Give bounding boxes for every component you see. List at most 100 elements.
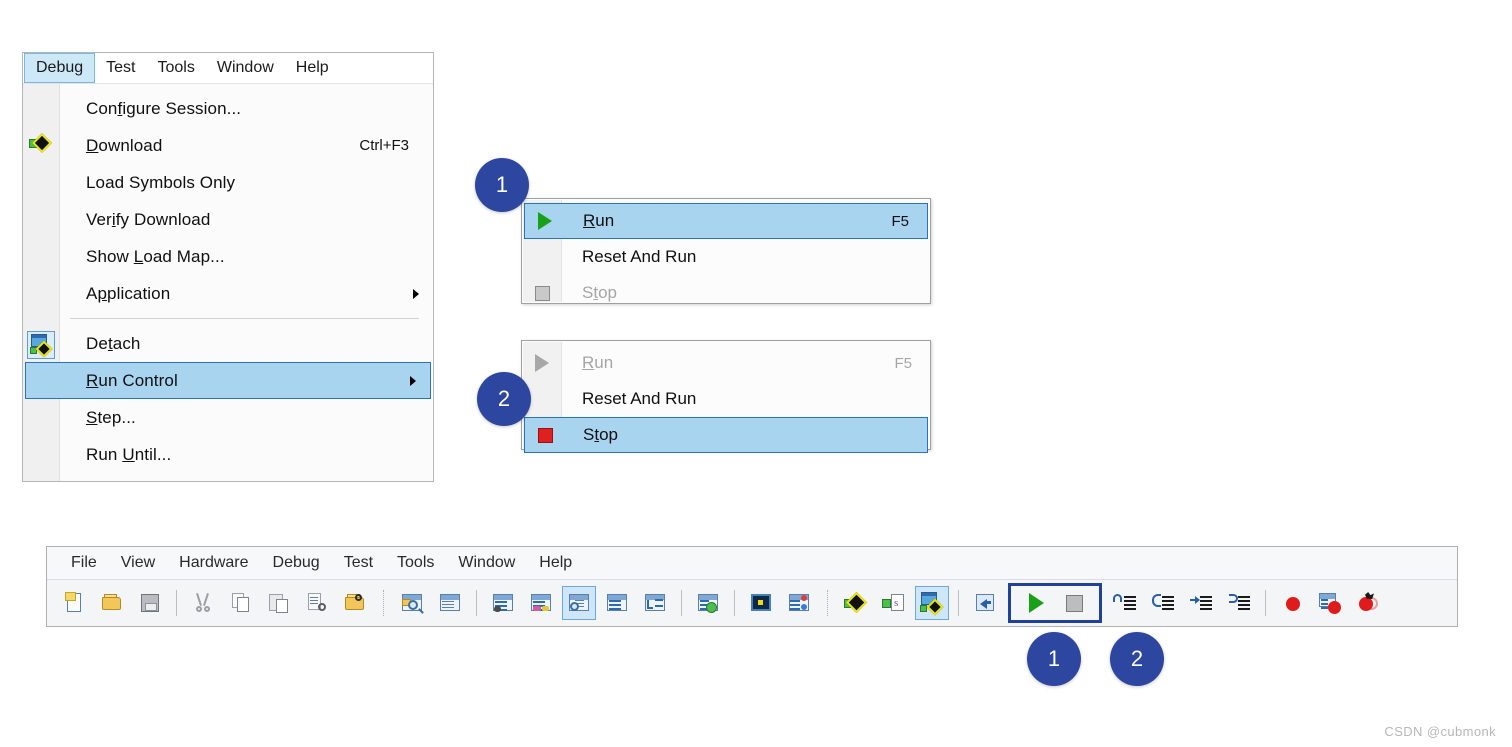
- toolbar-separator: [681, 590, 682, 616]
- badge-number: 2: [1130, 646, 1144, 671]
- menubar-item-test[interactable]: Test: [95, 53, 146, 83]
- menu-item-detach[interactable]: Detach: [23, 325, 433, 362]
- search-window-icon[interactable]: [395, 586, 429, 620]
- menubar-item-help[interactable]: Help: [285, 53, 340, 83]
- menu-item-label: Configure Session...: [86, 98, 242, 118]
- menubar-item-tools[interactable]: Tools: [147, 53, 206, 83]
- run-control-submenu-state-2: Run F5 Reset And Run Stop: [521, 340, 931, 453]
- menu-item-label: Load Symbols Only: [86, 172, 236, 192]
- menu-item-label: Run Control: [86, 370, 178, 390]
- toolbar-menu-debug[interactable]: Debug: [261, 554, 332, 572]
- menubar-label-window: Window: [216, 59, 274, 76]
- breakpoint-window-icon[interactable]: [1313, 586, 1347, 620]
- save-icon[interactable]: [133, 586, 167, 620]
- detach-monitor-icon[interactable]: [915, 586, 949, 620]
- copy-icon[interactable]: [224, 586, 258, 620]
- toolbar-separator: [734, 590, 735, 616]
- menu-item-application[interactable]: Application: [23, 275, 433, 312]
- menu-item-show-load-map[interactable]: Show Load Map...: [23, 238, 433, 275]
- toolbar-icon-strip: s: [47, 580, 1457, 626]
- toolbar-menu-test[interactable]: Test: [332, 554, 385, 572]
- find-in-file-icon[interactable]: [300, 586, 334, 620]
- stop-square-icon: [531, 282, 553, 304]
- toolbar-menu-window[interactable]: Window: [446, 554, 527, 572]
- load-symbols-icon[interactable]: s: [877, 586, 911, 620]
- menu-item-step[interactable]: Step...: [23, 399, 433, 436]
- menu-item-run-control[interactable]: Run Control: [25, 362, 431, 399]
- script-window-icon[interactable]: [782, 586, 816, 620]
- text-window-icon[interactable]: [433, 586, 467, 620]
- breakpoint-icon[interactable]: [1275, 586, 1309, 620]
- menu-item-download[interactable]: Download Ctrl+F3: [23, 127, 433, 164]
- console-window-icon[interactable]: [744, 586, 778, 620]
- submenu-item-reset-and-run[interactable]: Reset And Run: [522, 381, 930, 417]
- breakpoint-toggle-icon[interactable]: [1351, 586, 1385, 620]
- step-in-icon[interactable]: [1184, 586, 1218, 620]
- menu-item-verify-download[interactable]: Verify Download: [23, 201, 433, 238]
- toolbar-badge-2: 2: [1110, 632, 1164, 686]
- toolbar-menu-tools[interactable]: Tools: [385, 554, 446, 572]
- submenu-item-run[interactable]: Run F5: [524, 203, 928, 239]
- stop-icon[interactable]: [1057, 586, 1091, 620]
- open-folder-icon[interactable]: [95, 586, 129, 620]
- toolbar-menu-file[interactable]: File: [59, 554, 109, 572]
- toolbar-separator: [476, 590, 477, 616]
- menu-item-label: Application: [86, 283, 171, 303]
- submenu-item-label: Reset And Run: [582, 247, 697, 266]
- menu-item-accel: Ctrl+F3: [359, 137, 409, 154]
- toolbar-separator: [958, 590, 959, 616]
- stop-square-red-icon: [534, 424, 556, 446]
- find-in-folder-icon[interactable]: [338, 586, 372, 620]
- run-control-submenu-state-1: Run F5 Reset And Run Stop: [521, 198, 931, 304]
- toolbar-menu-hardware[interactable]: Hardware: [167, 554, 260, 572]
- menu-item-label: Verify Download: [86, 209, 211, 229]
- menu-item-run-until[interactable]: Run Until...: [23, 436, 433, 473]
- watch-window-icon[interactable]: [562, 586, 596, 620]
- submenu-item-stop: Stop: [522, 275, 930, 311]
- menubar-item-window[interactable]: Window: [206, 53, 285, 83]
- submenu-item-label: Stop: [583, 425, 618, 444]
- menu-item-configure-session[interactable]: Configure Session...: [23, 90, 433, 127]
- add-window-icon[interactable]: [691, 586, 725, 620]
- menu-item-label: Step...: [86, 407, 136, 427]
- back-arrow-icon[interactable]: [968, 586, 1002, 620]
- watermark: CSDN @cubmonk: [1384, 724, 1496, 739]
- paste-icon[interactable]: [262, 586, 296, 620]
- step-into-icon[interactable]: [1108, 586, 1142, 620]
- menu-item-label: Show Load Map...: [86, 246, 225, 266]
- download-diamond-icon[interactable]: [839, 586, 873, 620]
- submenu-item-label: Run: [582, 353, 614, 372]
- badge-number: 1: [495, 172, 509, 197]
- cut-icon[interactable]: [186, 586, 220, 620]
- step-badge-2: 2: [477, 372, 531, 426]
- menu-item-label: Detach: [86, 333, 141, 353]
- menubar-label-tools: Tools: [157, 59, 195, 76]
- badge-number: 1: [1047, 646, 1061, 671]
- tree-window-icon[interactable]: [638, 586, 672, 620]
- menu-separator: [70, 318, 419, 319]
- toolbar-menu-help[interactable]: Help: [527, 554, 584, 572]
- toolbar-menu-view[interactable]: View: [109, 554, 167, 572]
- submenu-item-reset-and-run[interactable]: Reset And Run: [522, 239, 930, 275]
- submenu-item-stop[interactable]: Stop: [524, 417, 928, 453]
- menu-item-load-symbols-only[interactable]: Load Symbols Only: [23, 164, 433, 201]
- debug-menu-items: Configure Session... Download Ctrl+F3 Lo…: [23, 84, 433, 473]
- debug-menu-panel: Configure Session... Download Ctrl+F3 Lo…: [23, 84, 433, 481]
- menu-item-label: Run Until...: [86, 444, 172, 464]
- run-stop-highlight-box: [1008, 583, 1102, 623]
- variables-window-icon[interactable]: [524, 586, 558, 620]
- list-window-icon[interactable]: [600, 586, 634, 620]
- memory-window-icon[interactable]: [486, 586, 520, 620]
- menubar-item-debug[interactable]: Debug: [24, 53, 96, 83]
- menubar-label-test: Test: [106, 59, 136, 76]
- menubar: Debug Test Tools Window Help: [23, 53, 433, 84]
- run-icon[interactable]: [1019, 586, 1053, 620]
- submenu-item-label: Run: [583, 211, 615, 230]
- submenu-item-label: Reset And Run: [582, 389, 697, 408]
- step-out-icon[interactable]: [1222, 586, 1256, 620]
- main-toolbar-window: File View Hardware Debug Test Tools Wind…: [46, 546, 1458, 627]
- new-file-icon[interactable]: [57, 586, 91, 620]
- submenu-item-accel: F5: [894, 354, 912, 372]
- step-over-icon[interactable]: [1146, 586, 1180, 620]
- play-icon: [534, 210, 556, 232]
